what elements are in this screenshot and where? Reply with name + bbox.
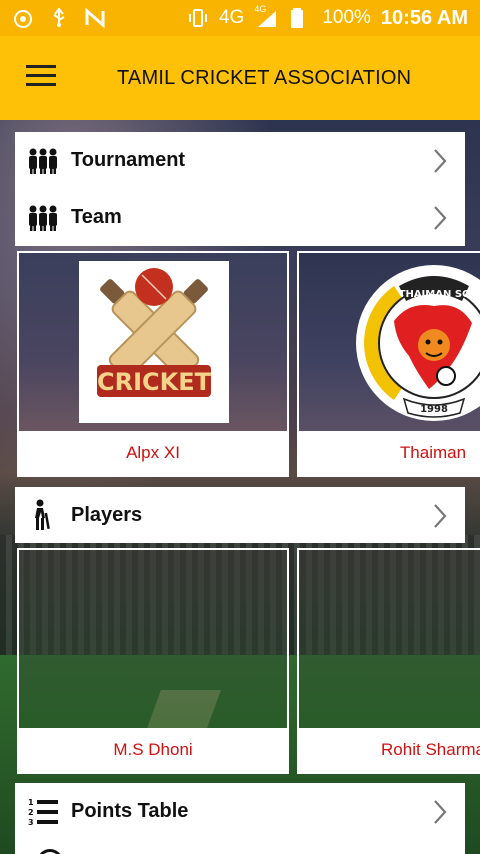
tournament-label: Tournament: [71, 149, 186, 171]
svg-text:1: 1: [28, 798, 34, 807]
menu-card-top: Tournament Team: [15, 132, 465, 246]
hamburger-menu-icon: [26, 64, 56, 92]
team-name: Alpx XI: [19, 431, 287, 475]
team-name: Thaiman: [299, 431, 480, 475]
player-tile[interactable]: Rohit Sharma: [297, 548, 480, 774]
team-label: Team: [71, 206, 122, 228]
battery-percentage: 100%: [322, 7, 371, 28]
points-table-row[interactable]: 123 Points Table: [15, 783, 465, 840]
thaiman-sc-logo: THAIMAN SC 1998: [354, 261, 480, 425]
players-card: Players: [15, 487, 465, 543]
clock: 10:56 AM: [380, 6, 468, 29]
signal-icon: 4G: [254, 4, 280, 28]
app-title: TAMIL CRICKET ASSOCIATION: [117, 66, 412, 89]
chevron-right-icon: [433, 205, 447, 236]
chevron-right-icon: [433, 799, 447, 830]
vibrate-icon: [187, 8, 209, 28]
players-label: Players: [71, 503, 143, 526]
battery-icon: [290, 8, 312, 28]
tournament-row[interactable]: Tournament: [15, 132, 465, 189]
network-type: 4G: [218, 7, 245, 28]
app-bar: TAMIL CRICKET ASSOCIATION: [0, 36, 480, 120]
people-group-icon: [15, 147, 71, 175]
points-table-label: Points Table: [71, 800, 189, 822]
team-tiles: CRICKET Alpx XI THAIMAN SC 1998 Thaiman: [15, 251, 480, 477]
svg-text:3: 3: [28, 818, 34, 827]
team-tile[interactable]: CRICKET Alpx XI: [17, 251, 289, 477]
points-table-card: 123 Points Table: [15, 783, 465, 854]
chevron-right-icon: [433, 148, 447, 179]
player-name: M.S Dhoni: [19, 728, 287, 772]
player-name: Rohit Sharma: [299, 728, 480, 772]
svg-text:2: 2: [28, 808, 34, 817]
thaiman-logo-text: THAIMAN SC: [399, 289, 470, 300]
player-photo-placeholder: [19, 550, 287, 728]
status-bar: 4G 4G 100% 10:56 AM: [0, 0, 480, 36]
player-tiles: M.S Dhoni Rohit Sharma: [15, 548, 480, 774]
thaiman-logo-year: 1998: [420, 404, 448, 415]
player-tile[interactable]: M.S Dhoni: [17, 548, 289, 774]
numbered-list-icon: 123: [15, 797, 71, 827]
cricket-logo-text: CRICKET: [97, 368, 212, 396]
cricket-logo: CRICKET: [79, 261, 229, 423]
cricket-player-icon: [15, 499, 71, 531]
n-notification-icon: [84, 7, 106, 29]
chevron-right-icon: [433, 503, 447, 534]
players-row[interactable]: Players: [15, 487, 465, 543]
team-tile[interactable]: THAIMAN SC 1998 Thaiman: [297, 251, 480, 477]
team-row[interactable]: Team: [15, 189, 465, 246]
menu-button[interactable]: [0, 36, 82, 120]
usb-icon: [48, 7, 70, 28]
player-photo-placeholder: [299, 550, 480, 728]
next-row-icon-partial: [37, 849, 63, 854]
people-group-icon: [15, 204, 71, 232]
app-notification-icon: [12, 8, 34, 28]
